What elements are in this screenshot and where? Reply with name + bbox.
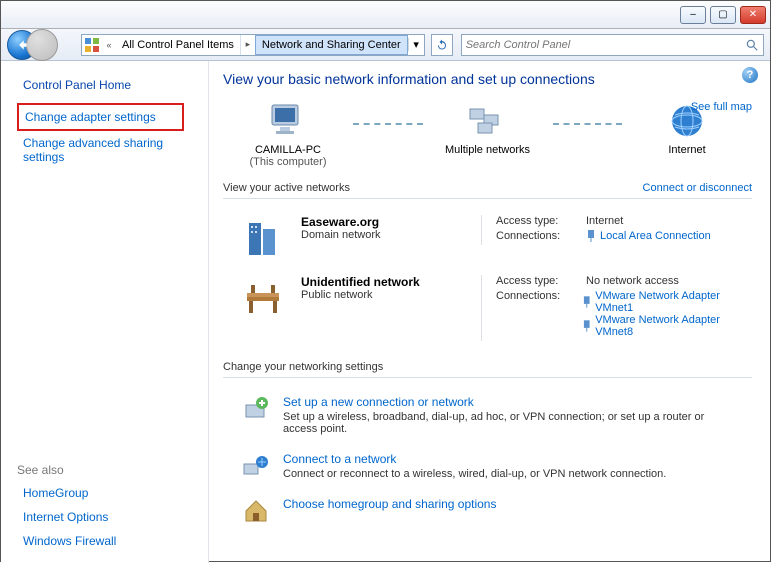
divider — [223, 198, 752, 199]
connect-disconnect-link[interactable]: Connect or disconnect — [643, 182, 752, 194]
networking-settings-header: Change your networking settings — [223, 361, 752, 373]
setting-new-connection[interactable]: Set up a new connection or network Set u… — [223, 388, 752, 445]
map-node-computer: CAMILLA-PC (This computer) — [223, 101, 353, 168]
main-area: Control Panel Home Change adapter settin… — [1, 61, 770, 563]
network-type: Domain network — [301, 229, 481, 241]
breadcrumb-prefix: « — [102, 40, 116, 50]
connection-link[interactable]: VMware Network Adapter VMnet8 — [582, 314, 752, 338]
access-type-label: Access type: — [496, 275, 578, 287]
section-title: View your active networks — [223, 182, 350, 194]
section-title: Change your networking settings — [223, 361, 383, 373]
map-node-label: Internet — [668, 144, 705, 156]
adapter-icon — [582, 296, 591, 308]
network-properties: Access type: No network access Connection… — [481, 275, 752, 341]
setting-title: Set up a new connection or network — [283, 395, 713, 409]
map-node-sublabel: (This computer) — [249, 156, 326, 168]
homegroup-icon — [241, 497, 271, 525]
seealso-windows-firewall[interactable]: Windows Firewall — [17, 529, 208, 553]
search-box[interactable] — [461, 34, 764, 56]
connections-label: Connections: — [496, 290, 574, 338]
settings-list: Set up a new connection or network Set u… — [223, 388, 752, 535]
minimize-icon: – — [690, 9, 696, 20]
control-panel-home-link[interactable]: Control Panel Home — [17, 73, 208, 97]
help-icon[interactable]: ? — [742, 67, 758, 83]
network-properties: Access type: Internet Connections: Local … — [481, 215, 752, 245]
control-panel-icon — [82, 35, 102, 55]
sidebar-change-advanced-sharing[interactable]: Change advanced sharing settings — [17, 131, 208, 169]
seealso-homegroup[interactable]: HomeGroup — [17, 481, 208, 505]
sidebar: Control Panel Home Change adapter settin… — [1, 61, 209, 563]
sidebar-change-adapter-settings[interactable]: Change adapter settings — [17, 103, 184, 131]
content-pane: ? View your basic network information an… — [209, 61, 770, 563]
access-type-value: Internet — [586, 215, 623, 227]
window-titlebar: – ▢ ✕ — [1, 1, 770, 29]
breadcrumb-item-1[interactable]: Network and Sharing Center — [255, 35, 408, 55]
divider — [223, 377, 752, 378]
setting-homegroup-sharing[interactable]: Choose homegroup and sharing options — [223, 490, 752, 535]
network-info: Unidentified network Public network — [301, 275, 481, 301]
chevron-right-icon: ▸ — [241, 39, 255, 50]
refresh-button[interactable] — [431, 34, 453, 56]
connection-name: VMware Network Adapter VMnet1 — [595, 290, 752, 314]
setting-desc: Connect or reconnect to a wireless, wire… — [283, 468, 666, 480]
breadcrumb-label: All Control Panel Items — [122, 39, 234, 51]
active-network-row: Unidentified network Public network Acce… — [223, 269, 752, 347]
map-node-label: Multiple networks — [445, 144, 530, 156]
adapter-icon — [582, 320, 591, 332]
computer-icon — [266, 101, 310, 141]
network-info: Easeware.org Domain network — [301, 215, 481, 241]
address-dropdown[interactable]: ▾ — [408, 38, 424, 51]
connect-network-icon — [241, 452, 271, 480]
back-button[interactable] — [7, 30, 37, 60]
connection-name: Local Area Connection — [600, 230, 711, 242]
minimize-button[interactable]: – — [680, 6, 706, 24]
network-name: Unidentified network — [301, 275, 481, 289]
map-connector — [353, 123, 423, 125]
close-icon: ✕ — [749, 9, 757, 20]
toolbar: « All Control Panel Items ▸ Network and … — [1, 29, 770, 61]
network-map: See full map CAMILLA-PC (This computer) … — [223, 101, 752, 168]
public-network-icon — [241, 275, 289, 323]
close-button[interactable]: ✕ — [740, 6, 766, 24]
connection-link[interactable]: VMware Network Adapter VMnet1 — [582, 290, 752, 314]
breadcrumb-item-0[interactable]: All Control Panel Items — [116, 35, 241, 55]
access-type-value: No network access — [586, 275, 679, 287]
adapter-icon — [586, 230, 596, 242]
map-node-label: CAMILLA-PC — [255, 144, 321, 156]
new-connection-icon — [241, 395, 271, 423]
map-node-network: Multiple networks — [423, 101, 553, 156]
setting-title: Choose homegroup and sharing options — [283, 497, 496, 511]
maximize-icon: ▢ — [718, 9, 727, 20]
setting-connect-network[interactable]: Connect to a network Connect or reconnec… — [223, 445, 752, 490]
connection-name: VMware Network Adapter VMnet8 — [595, 314, 752, 338]
domain-network-icon — [241, 215, 289, 263]
nav-buttons — [7, 30, 37, 60]
network-type: Public network — [301, 289, 481, 301]
setting-title: Connect to a network — [283, 452, 666, 466]
setting-desc: Set up a wireless, broadband, dial-up, a… — [283, 411, 713, 435]
seealso-internet-options[interactable]: Internet Options — [17, 505, 208, 529]
maximize-button[interactable]: ▢ — [710, 6, 736, 24]
network-icon — [466, 101, 510, 141]
see-also-header: See also — [17, 453, 208, 481]
search-input[interactable] — [466, 39, 745, 51]
active-networks-header: View your active networks Connect or dis… — [223, 182, 752, 194]
refresh-icon — [436, 39, 448, 51]
see-full-map-link[interactable]: See full map — [691, 101, 752, 113]
network-name: Easeware.org — [301, 215, 481, 229]
connection-link[interactable]: Local Area Connection — [586, 230, 711, 242]
access-type-label: Access type: — [496, 215, 578, 227]
connections-label: Connections: — [496, 230, 578, 242]
map-connector — [553, 123, 623, 125]
arrow-left-icon — [15, 38, 29, 52]
address-bar[interactable]: « All Control Panel Items ▸ Network and … — [81, 34, 425, 56]
active-network-row: Easeware.org Domain network Access type:… — [223, 209, 752, 269]
page-title: View your basic network information and … — [223, 71, 752, 87]
search-icon — [745, 38, 759, 52]
breadcrumb-label: Network and Sharing Center — [262, 39, 401, 51]
